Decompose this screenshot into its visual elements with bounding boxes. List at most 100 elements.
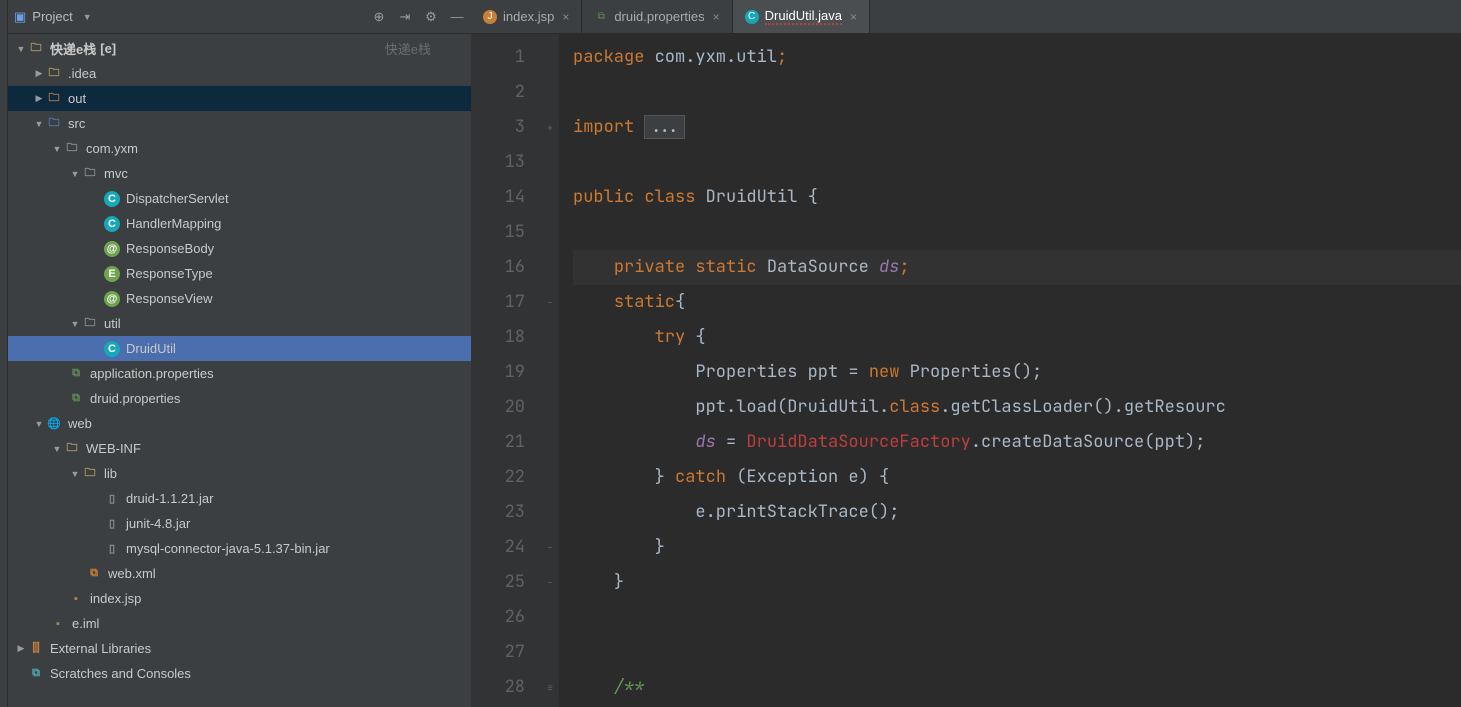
scratch-icon: ⧉ (28, 666, 44, 682)
tree-label: mysql-connector-java-5.1.37-bin.jar (126, 541, 330, 556)
jar-icon: ▯ (104, 541, 120, 557)
tree-label: DispatcherServlet (126, 191, 229, 206)
tree-item[interactable]: ⧉application.properties (8, 361, 471, 386)
tree-item[interactable]: ▯ druid-1.1.21.jar (8, 486, 471, 511)
tree-item[interactable]: C DispatcherServlet (8, 186, 471, 211)
tree-item-selected[interactable]: C DruidUtil (8, 336, 471, 361)
tree-label: index.jsp (90, 591, 141, 606)
locate-icon[interactable]: ⊕ (371, 9, 387, 25)
tree-label: 快递e栈 (50, 39, 96, 58)
tree-root[interactable]: 🗀 快递e栈 [e] 快递e栈 (8, 36, 471, 61)
close-icon[interactable]: × (713, 10, 720, 24)
hide-icon[interactable]: — (449, 9, 465, 24)
tree-label: lib (104, 466, 117, 481)
line-numbers: 12313141516171819202122232425262728 (471, 34, 541, 707)
tree-label: ResponseView (126, 291, 212, 306)
tree-label: out (68, 91, 86, 106)
tree-label: druid-1.1.21.jar (126, 491, 213, 506)
enum-icon: E (104, 266, 120, 282)
tree-item[interactable]: 🗀 out (8, 86, 471, 111)
folder-icon: 🗀 (64, 441, 80, 457)
code-content[interactable]: package com.yxm.util;import ...public cl… (559, 34, 1461, 707)
tree-item[interactable]: E ResponseType (8, 261, 471, 286)
tree-item[interactable]: ▯junit-4.8.jar (8, 511, 471, 536)
code-editor[interactable]: 12313141516171819202122232425262728 +---… (471, 34, 1461, 707)
tree-item[interactable]: ⧉ druid.properties (8, 386, 471, 411)
project-tools: ⊕ ⇥ ⚙ — (371, 9, 465, 25)
jar-icon: ▯ (104, 491, 120, 507)
project-panel: ▣ Project ▼ ⊕ ⇥ ⚙ — 🗀 快递e栈 [e] 快递e栈 🗀 .i… (8, 0, 471, 707)
tree-item[interactable]: @ResponseBody (8, 236, 471, 261)
tab-label: druid.properties (614, 9, 704, 24)
tree-label: web (68, 416, 92, 431)
tree-item[interactable]: 🌐 web (8, 411, 471, 436)
tree-item[interactable]: 🗀 com.yxm (8, 136, 471, 161)
class-icon: C (104, 341, 120, 357)
collapse-icon[interactable]: ⇥ (397, 9, 413, 25)
tree-item[interactable]: 🗀 src (8, 111, 471, 136)
module-icon: ▪ (50, 616, 66, 632)
tree-item[interactable]: 🗀 lib (8, 461, 471, 486)
folder-icon: 🗀 (82, 466, 98, 482)
tab-index-jsp[interactable]: J index.jsp × (471, 0, 582, 33)
tree-item[interactable]: 🗀 .idea (8, 61, 471, 86)
gear-icon[interactable]: ⚙ (423, 9, 439, 25)
xml-icon: ⧉ (86, 566, 102, 582)
tree-label: DruidUtil (126, 341, 176, 356)
tree-label: e.iml (72, 616, 99, 631)
tree-item[interactable]: ⫿⫿ External Libraries (8, 636, 471, 661)
tree-item[interactable]: 🗀 util (8, 311, 471, 336)
folder-icon: 🗀 (28, 41, 44, 57)
tree-label: junit-4.8.jar (126, 516, 190, 531)
web-icon: 🌐 (46, 416, 62, 432)
tab-label: DruidUtil.java (765, 8, 842, 25)
annotation-icon: @ (104, 241, 120, 257)
class-icon: C (104, 191, 120, 207)
folder-icon: 🗀 (46, 91, 62, 107)
fold-gutter[interactable]: +---≡ (541, 34, 559, 707)
properties-icon: ⧉ (594, 10, 608, 24)
close-icon[interactable]: × (850, 10, 857, 24)
tree-label: druid.properties (90, 391, 180, 406)
project-title[interactable]: ▣ Project ▼ (14, 9, 371, 25)
tree-item[interactable]: ▪ index.jsp (8, 586, 471, 611)
tree-item[interactable]: @ResponseView (8, 286, 471, 311)
tree-item[interactable]: ⧉web.xml (8, 561, 471, 586)
tree-label: ResponseType (126, 266, 213, 281)
jsp-icon: J (483, 10, 497, 24)
library-icon: ⫿⫿ (28, 641, 44, 657)
package-icon: 🗀 (82, 166, 98, 182)
class-icon: C (104, 216, 120, 232)
tree-label: util (104, 316, 121, 331)
project-tree: 🗀 快递e栈 [e] 快递e栈 🗀 .idea 🗀 out 🗀 src 🗀 co… (8, 34, 471, 707)
properties-icon: ⧉ (68, 366, 84, 382)
tree-label: External Libraries (50, 641, 151, 656)
chevron-down-icon: ▼ (83, 12, 92, 22)
tree-item[interactable]: ▯ mysql-connector-java-5.1.37-bin.jar (8, 536, 471, 561)
project-title-label: Project (32, 9, 72, 24)
editor-tabs: J index.jsp × ⧉ druid.properties × C Dru… (471, 0, 1461, 34)
tab-label: index.jsp (503, 9, 554, 24)
tree-label: [e] (100, 41, 116, 56)
tree-label: HandlerMapping (126, 216, 221, 231)
tree-item[interactable]: 🗀 WEB-INF (8, 436, 471, 461)
tree-hint: 快递e栈 (385, 39, 471, 58)
tree-label: com.yxm (86, 141, 138, 156)
tree-label: WEB-INF (86, 441, 141, 456)
tree-item[interactable]: ⧉ Scratches and Consoles (8, 661, 471, 686)
left-gutter (0, 0, 8, 707)
jsp-icon: ▪ (68, 591, 84, 607)
project-icon: ▣ (14, 9, 26, 25)
tab-druid-properties[interactable]: ⧉ druid.properties × (582, 0, 732, 33)
tab-druidutil-java[interactable]: C DruidUtil.java × (733, 0, 870, 33)
tree-label: Scratches and Consoles (50, 666, 191, 681)
tree-item[interactable]: 🗀 mvc (8, 161, 471, 186)
project-header: ▣ Project ▼ ⊕ ⇥ ⚙ — (8, 0, 471, 34)
tree-item[interactable]: C HandlerMapping (8, 211, 471, 236)
properties-icon: ⧉ (68, 391, 84, 407)
tree-label: mvc (104, 166, 128, 181)
folder-icon: 🗀 (46, 116, 62, 132)
tree-item[interactable]: ▪ e.iml (8, 611, 471, 636)
close-icon[interactable]: × (562, 10, 569, 24)
package-icon: 🗀 (64, 141, 80, 157)
